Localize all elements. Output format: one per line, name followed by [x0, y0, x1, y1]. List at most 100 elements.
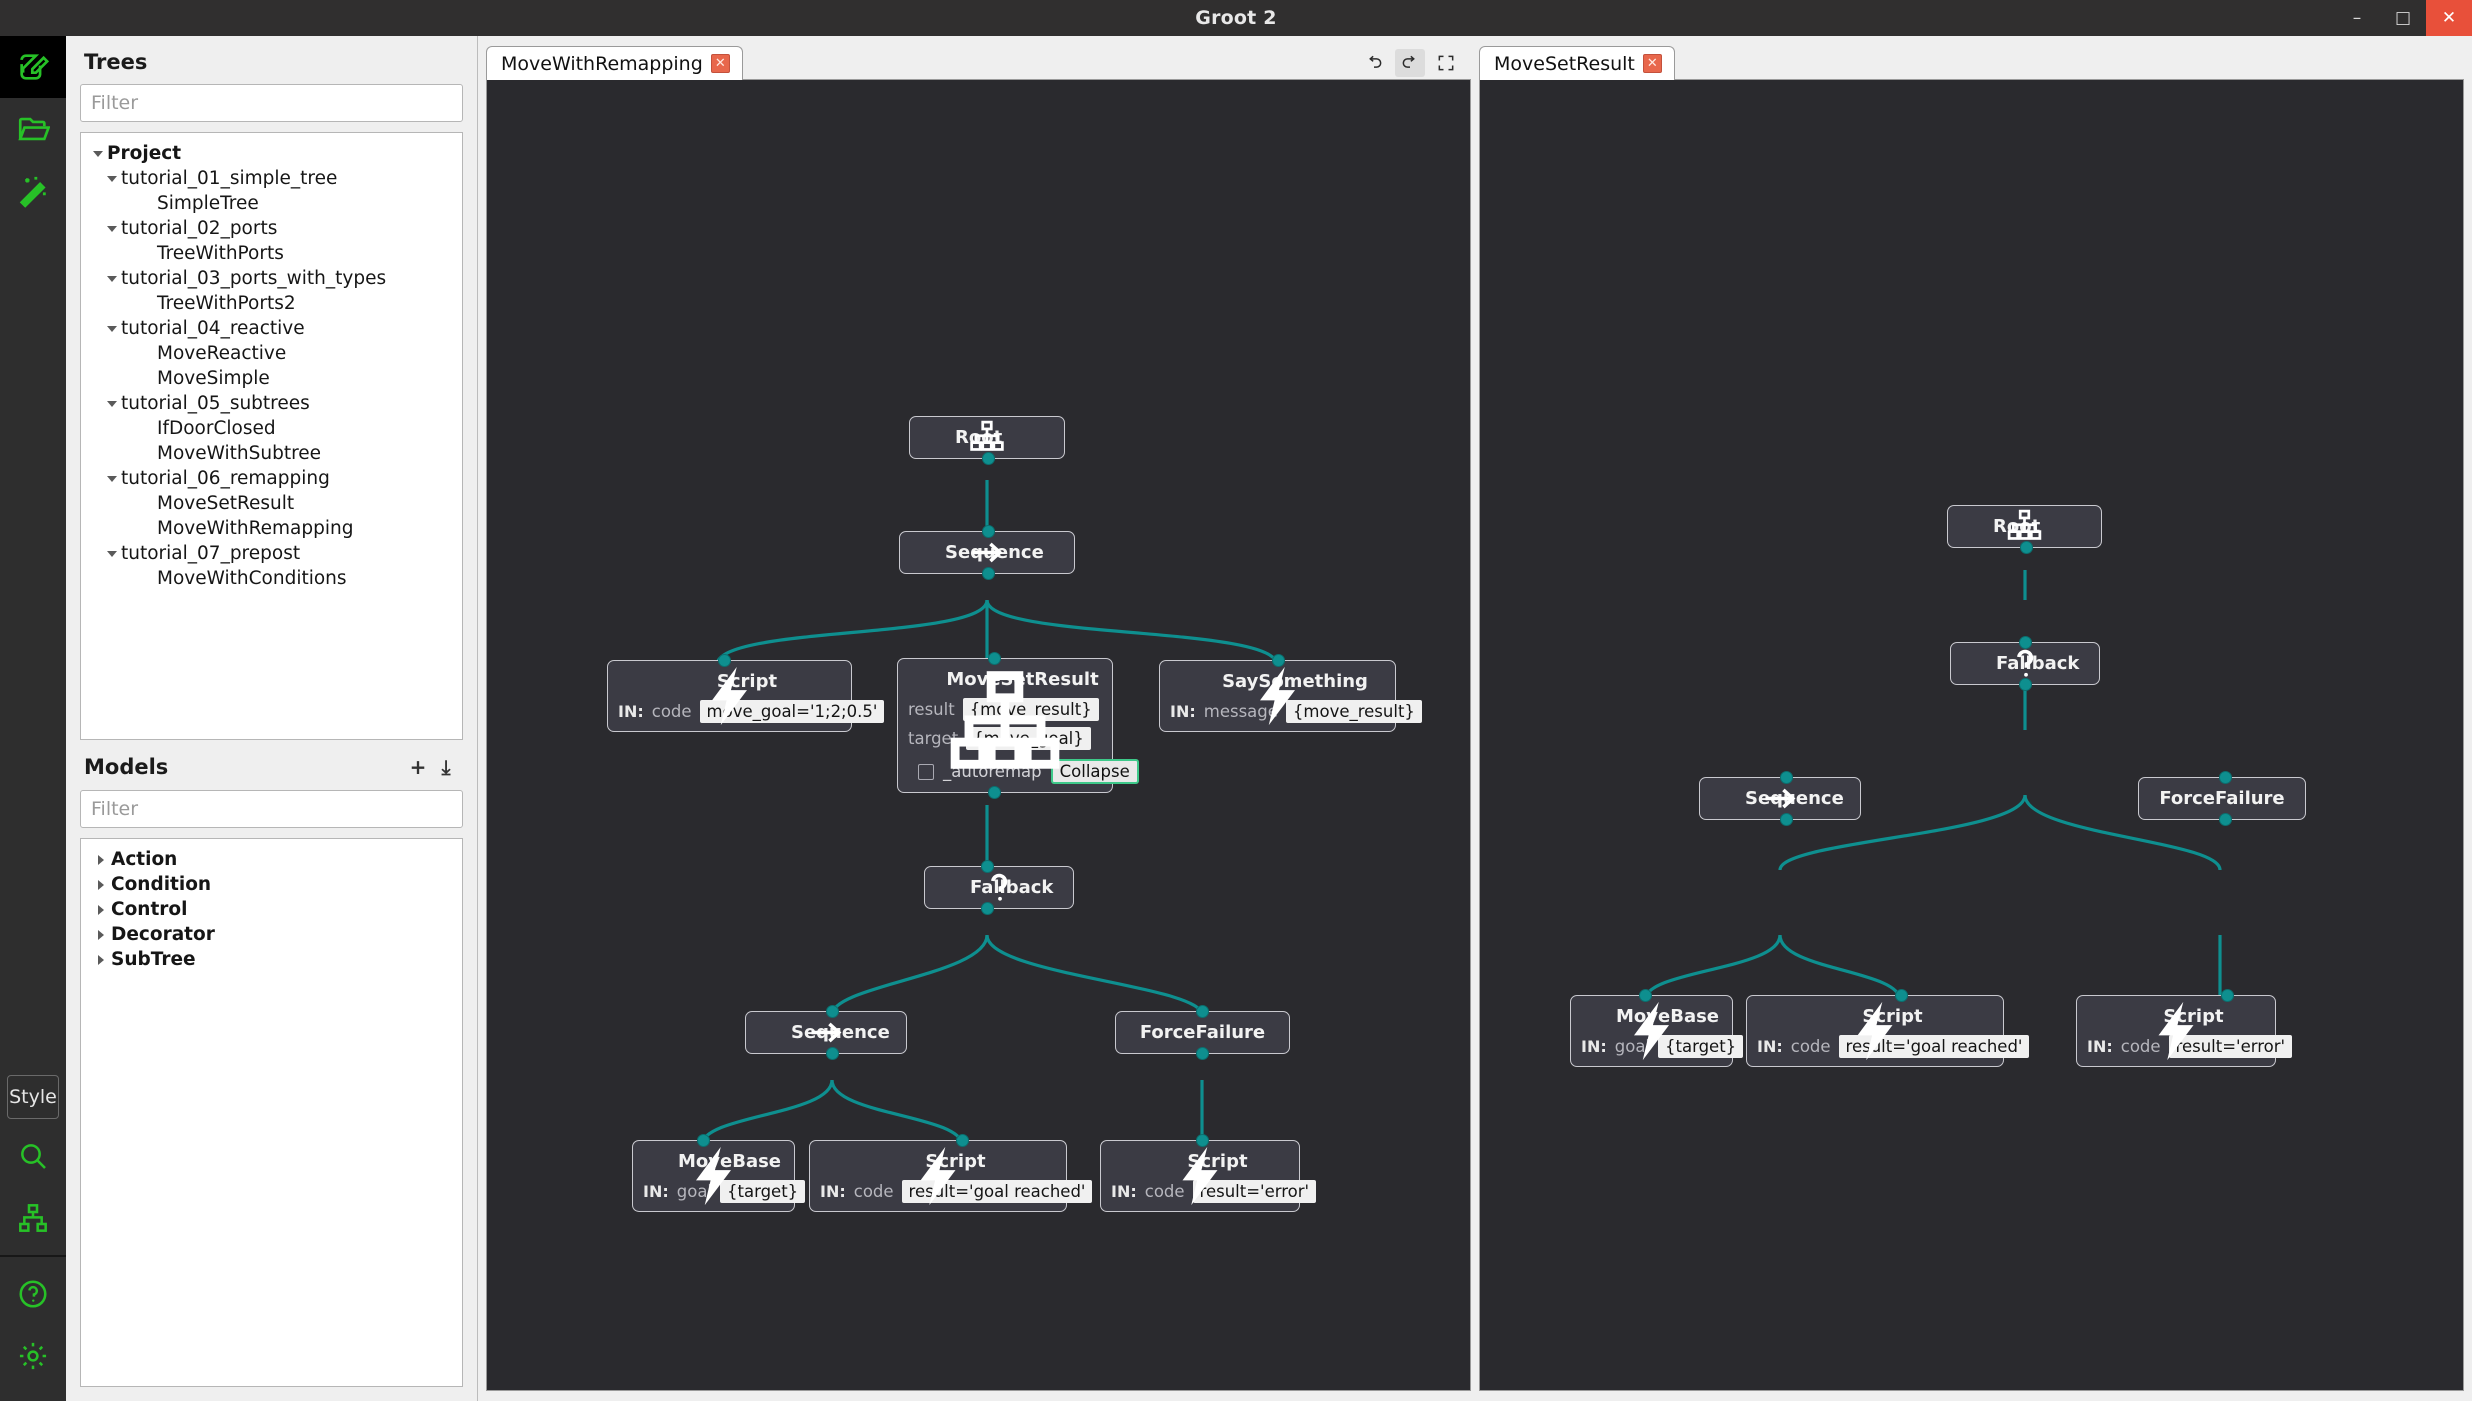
tree-item-tutorial-02[interactable]: tutorial_02_ports [81, 216, 462, 241]
tree-item-tutorial-03[interactable]: tutorial_03_ports_with_types [81, 266, 462, 291]
tree-item-movereactive[interactable]: MoveReactive [81, 341, 462, 366]
node-fallback[interactable]: Fallback [924, 866, 1074, 909]
expander-icon[interactable] [103, 401, 121, 407]
node-root[interactable]: Root [909, 416, 1065, 459]
node-forcefailure[interactable]: ForceFailure [1115, 1011, 1290, 1054]
tree-item-tutorial-06[interactable]: tutorial_06_remapping [81, 466, 462, 491]
tree-item-project[interactable]: Project [81, 141, 462, 166]
node-script-error[interactable]: Script IN: code result='error' [2076, 995, 2276, 1067]
node-script-goalreached[interactable]: Script IN: code result='goal reached' [809, 1140, 1067, 1212]
maximize-button[interactable]: □ [2380, 0, 2426, 36]
node-movebase[interactable]: MoveBase IN: goal {target} [1570, 995, 1733, 1067]
magic-wand-icon[interactable] [0, 160, 66, 222]
port-out[interactable] [981, 902, 994, 915]
port-in[interactable] [1196, 1134, 1209, 1147]
expander-icon[interactable] [103, 476, 121, 482]
model-group-control[interactable]: Control [81, 897, 462, 922]
search-icon[interactable] [0, 1125, 66, 1187]
port-in[interactable] [956, 1134, 969, 1147]
tab-movesetresult[interactable]: MoveSetResult ✕ [1479, 46, 1675, 80]
port-out[interactable] [982, 452, 995, 465]
tree-item-tutorial-05[interactable]: tutorial_05_subtrees [81, 391, 462, 416]
port-in[interactable] [1639, 989, 1652, 1002]
model-group-decorator[interactable]: Decorator [81, 922, 462, 947]
style-button[interactable]: Style [7, 1075, 59, 1119]
expander-icon[interactable] [103, 226, 121, 232]
node-movesetresult[interactable]: MoveSetResult result {move_result} targe… [897, 658, 1113, 793]
tree-item-ifdoorclosed[interactable]: IfDoorClosed [81, 416, 462, 441]
node-root[interactable]: Root [1947, 505, 2102, 548]
import-models-button[interactable]: ⤓ [433, 754, 459, 780]
editor-icon[interactable] [0, 36, 66, 98]
tree-item-movewithconditions[interactable]: MoveWithConditions [81, 566, 462, 591]
model-group-condition[interactable]: Condition [81, 872, 462, 897]
expander-icon[interactable] [103, 276, 121, 282]
node-script-movegoal[interactable]: Script IN: code move_goal='1;2;0.5' [607, 660, 852, 732]
node-sequence[interactable]: Sequence [1699, 777, 1861, 820]
tree-item-tutorial-04[interactable]: tutorial_04_reactive [81, 316, 462, 341]
node-sequence-2[interactable]: Sequence [745, 1011, 907, 1054]
close-button[interactable]: ✕ [2426, 0, 2472, 36]
tab-close-icon[interactable]: ✕ [1643, 54, 1662, 73]
tree-item-movewithremapping[interactable]: MoveWithRemapping [81, 516, 462, 541]
port-out[interactable] [2219, 813, 2232, 826]
add-model-button[interactable]: + [405, 754, 431, 780]
settings-gear-icon[interactable] [0, 1325, 66, 1387]
port-in[interactable] [2019, 636, 2032, 649]
tree-item-movewithsubtree[interactable]: MoveWithSubtree [81, 441, 462, 466]
port-in[interactable] [982, 525, 995, 538]
port-in[interactable] [1895, 989, 1908, 1002]
port-in[interactable] [988, 652, 1001, 665]
tab-movewithremapping[interactable]: MoveWithRemapping ✕ [486, 46, 743, 80]
port-out[interactable] [1780, 813, 1793, 826]
models-filter-input[interactable] [80, 790, 463, 828]
expander-icon[interactable] [91, 930, 111, 940]
open-folder-icon[interactable] [0, 98, 66, 160]
port-in[interactable] [2219, 771, 2232, 784]
tree-item-treewithports2[interactable]: TreeWithPorts2 [81, 291, 462, 316]
model-group-action[interactable]: Action [81, 847, 462, 872]
undo-button[interactable] [1359, 49, 1389, 77]
tree-item-treewithports[interactable]: TreeWithPorts [81, 241, 462, 266]
tab-close-icon[interactable]: ✕ [711, 54, 730, 73]
trees-filter-input[interactable] [80, 84, 463, 122]
port-out[interactable] [982, 567, 995, 580]
minimize-button[interactable]: – [2334, 0, 2380, 36]
port-out[interactable] [2019, 678, 2032, 691]
port-out[interactable] [2020, 541, 2033, 554]
node-script-error[interactable]: Script IN: code result='error' [1100, 1140, 1300, 1212]
model-group-subtree[interactable]: SubTree [81, 947, 462, 972]
expander-icon[interactable] [103, 326, 121, 332]
node-script-goalreached[interactable]: Script IN: code result='goal reached' [1746, 995, 2004, 1067]
trees-list[interactable]: Project tutorial_01_simple_tree SimpleTr… [80, 132, 463, 740]
canvas-movewithremapping[interactable]: Root Sequence [486, 80, 1471, 1391]
node-forcefailure[interactable]: ForceFailure [2138, 777, 2306, 820]
expander-icon[interactable] [91, 855, 111, 865]
port-in[interactable] [826, 1005, 839, 1018]
redo-button[interactable] [1395, 49, 1425, 77]
node-saysomething[interactable]: SaySomething IN: message {move_result} [1159, 660, 1396, 732]
node-fallback[interactable]: Fallback [1950, 642, 2100, 685]
tree-item-movesetresult[interactable]: MoveSetResult [81, 491, 462, 516]
models-list[interactable]: Action Condition Control Decorator SubTr… [80, 838, 463, 1387]
port-out[interactable] [1196, 1047, 1209, 1060]
fit-view-button[interactable] [1431, 49, 1461, 77]
port-in[interactable] [697, 1134, 710, 1147]
node-movebase[interactable]: MoveBase IN: goal {target} [632, 1140, 795, 1212]
expander-icon[interactable] [91, 955, 111, 965]
port-in[interactable] [2221, 989, 2234, 1002]
expander-icon[interactable] [103, 176, 121, 182]
port-in[interactable] [1196, 1005, 1209, 1018]
help-icon[interactable] [0, 1263, 66, 1325]
port-out[interactable] [826, 1047, 839, 1060]
port-out[interactable] [988, 786, 1001, 799]
layout-tree-icon[interactable] [0, 1187, 66, 1249]
port-in[interactable] [1780, 771, 1793, 784]
tree-item-tutorial-01[interactable]: tutorial_01_simple_tree [81, 166, 462, 191]
canvas-movesetresult[interactable]: Root Fallback [1479, 80, 2464, 1391]
expander-icon[interactable] [89, 151, 107, 157]
port-in[interactable] [981, 860, 994, 873]
tree-item-movesimple[interactable]: MoveSimple [81, 366, 462, 391]
tree-item-tutorial-07[interactable]: tutorial_07_prepost [81, 541, 462, 566]
expander-icon[interactable] [91, 905, 111, 915]
